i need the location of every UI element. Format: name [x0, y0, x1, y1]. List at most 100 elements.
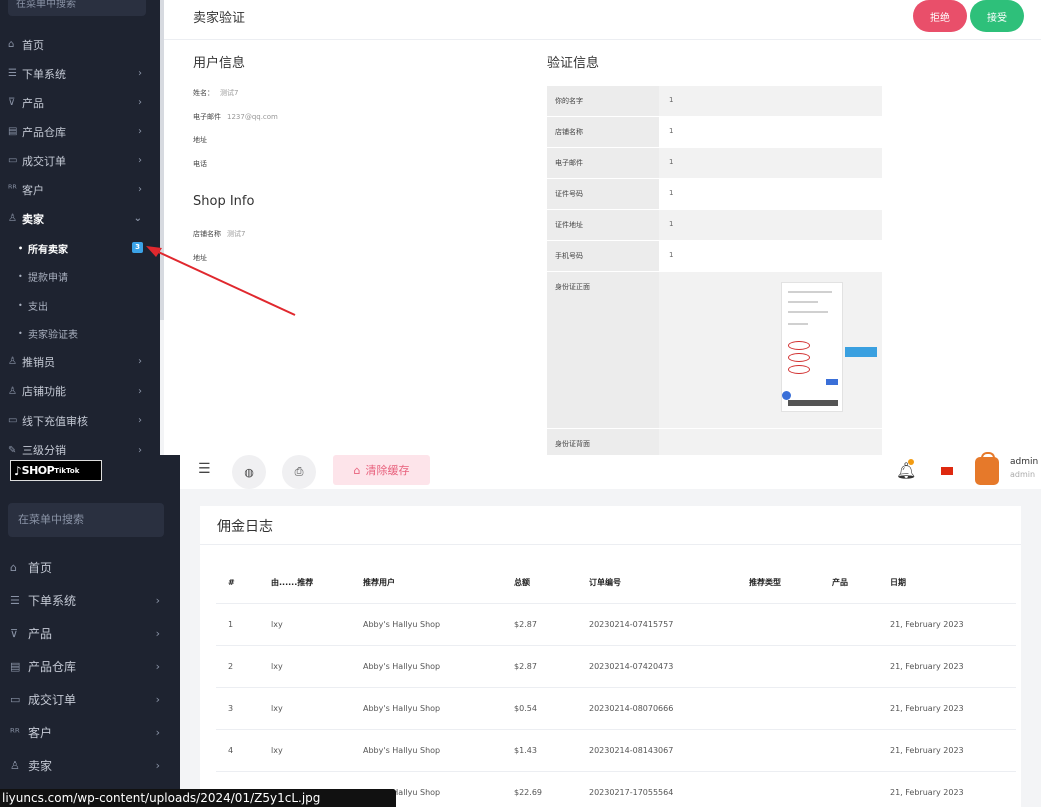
verify-label: 证件号码	[547, 179, 659, 209]
table-cell: $2.87	[514, 620, 537, 629]
chevron-right-icon: ›	[138, 444, 142, 456]
commission-log-card: 佣金日志 # 由......推荐 推荐用户 总额 订单编号 推荐类型 产品 日期 1 lxy Abb…	[200, 506, 1021, 807]
chevron-right-icon: ›	[138, 97, 142, 108]
field-label: 店铺名称	[193, 230, 221, 238]
sidebar-subitem[interactable]: • 提款申请	[0, 263, 160, 291]
list-icon: ☰	[10, 594, 20, 607]
accept-button[interactable]: 接受	[970, 0, 1024, 32]
verify-value: 1	[659, 148, 882, 178]
customers-icon: ᴿᴿ	[8, 184, 17, 195]
sidebar-search-input[interactable]: 在菜单中搜索	[8, 0, 146, 16]
sidebar-subitem[interactable]: • 所有卖家 3	[0, 234, 160, 262]
sidebar-item-label: 三级分销	[22, 444, 66, 455]
status-url: liyuncs.com/wp-content/uploads/2024/01/Z…	[0, 789, 396, 807]
sidebar-item[interactable]: ᴿᴿ 客户 ›	[0, 175, 160, 204]
sidebar-subitem-label: 卖家验证表	[28, 330, 78, 341]
panel-header: 卖家验证 拒绝 接受	[164, 0, 1041, 40]
table-cell: Abby's Hallyu Shop	[363, 746, 441, 755]
column-header: 推荐用户	[363, 578, 395, 587]
sidebar-item[interactable]: ♙ 卖家 ›	[0, 749, 180, 782]
tiktok-note-icon: ♪	[14, 463, 22, 478]
sidebar-item[interactable]: ▭ 线下充值审核 ›	[0, 406, 160, 435]
sidebar-item[interactable]: ☰ 下单系统 ›	[0, 584, 180, 617]
globe-icon[interactable]: ◍	[232, 455, 266, 489]
table-row[interactable]: 2 lxy Abby's Hallyu Shop $2.87 20230214-0742…	[216, 646, 1016, 688]
promoter-icon: ♙	[8, 356, 17, 367]
table-cell: 2	[228, 662, 234, 671]
cart-icon: ⊽	[10, 627, 19, 640]
clear-cache-button[interactable]: ⌂ 清除缓存	[333, 455, 430, 485]
seller-icon: ♙	[10, 759, 20, 772]
reject-button[interactable]: 拒绝	[913, 0, 967, 32]
table-row[interactable]: 4 lxy Abby's Hallyu Shop $1.43 20230214-0814…	[216, 730, 1016, 772]
field-value: 测试7	[220, 89, 239, 97]
table-row[interactable]: 1 lxy Abby's Hallyu Shop $2.87 20230214-0741…	[216, 604, 1016, 646]
field-label: 地址	[193, 136, 207, 144]
sidebar-item[interactable]: ▤ 产品仓库 ›	[0, 117, 160, 146]
sidebar-item[interactable]: ▭ 成交订单 ›	[0, 146, 160, 175]
chevron-right-icon: ›	[138, 68, 142, 79]
sidebar-subitem-label: 所有卖家	[28, 244, 68, 256]
verify-label: 证件地址	[547, 210, 659, 240]
sidebar-search-input[interactable]: 在菜单中搜索	[8, 503, 164, 537]
eraser-icon: ⌂	[353, 463, 361, 477]
id-front-label: 身份证正面	[547, 272, 659, 428]
sidebar-item[interactable]: ⊽ 产品 ›	[0, 88, 160, 117]
sidebar-item[interactable]: ▭ 成交订单 ›	[0, 683, 180, 716]
tier-icon: ✎	[8, 444, 17, 456]
sidebar-item-label: 产品	[22, 96, 44, 110]
sidebar-item-label: 店铺功能	[22, 385, 66, 398]
user-field: 姓名： 测试7	[193, 88, 238, 98]
sidebar-item-label: 卖家	[22, 212, 44, 226]
chevron-right-icon: ›	[138, 126, 142, 137]
avatar[interactable]	[975, 452, 999, 485]
sidebar-item[interactable]: ♙ 推销员 ›	[0, 347, 160, 376]
sidebar-subitem[interactable]: • 支出	[0, 291, 160, 319]
sidebar-item-label: 产品仓库	[28, 660, 77, 674]
sidebar-item[interactable]: ☰ 下单系统 ›	[0, 59, 160, 88]
sidebar-item[interactable]: ✎ 三级分销 ›	[0, 436, 160, 456]
sidebar-item[interactable]: ♙ 店铺功能 ›	[0, 377, 160, 406]
sidebar-subitem[interactable]: • 卖家验证表	[0, 320, 160, 348]
sidebar-item[interactable]: ▤ 产品仓库 ›	[0, 650, 180, 683]
sidebar-item[interactable]: ᴿᴿ 客户 ›	[0, 716, 180, 749]
table-cell: $0.54	[514, 704, 537, 713]
china-flag-icon[interactable]	[941, 467, 953, 475]
tiktok-shop-logo[interactable]: ♪ SHOP TikTok	[10, 460, 102, 481]
table-cell: Abby's Hallyu Shop	[363, 704, 441, 713]
sidebar-item[interactable]: ⊽ 产品 ›	[0, 617, 180, 650]
id-front-image[interactable]	[781, 282, 877, 412]
print-icon[interactable]: ⎙	[282, 455, 316, 489]
highlight-box	[845, 347, 877, 357]
sidebar-subitem-label: 支出	[28, 301, 48, 313]
sidebar-item[interactable]: ⌂ 首页	[0, 30, 160, 59]
verify-row: 电子邮件 1	[547, 148, 882, 179]
orders-icon: ▭	[8, 155, 18, 166]
recharge-icon: ▭	[8, 415, 18, 426]
verify-value: 1	[659, 210, 882, 240]
sidebar-item-label: 卖家	[28, 759, 53, 773]
sidebar-item[interactable]: ⌂ 首页	[0, 551, 180, 584]
field-label: 电子邮件	[193, 113, 221, 121]
table-row[interactable]: 3 lxy Abby's Hallyu Shop $0.54 20230214-0807…	[216, 688, 1016, 730]
admin-name[interactable]: admin	[1010, 457, 1038, 467]
hamburger-menu-icon[interactable]: ☰	[198, 461, 216, 477]
id-back-image[interactable]	[659, 429, 882, 455]
field-value: 测试7	[227, 230, 246, 238]
column-header: 总额	[514, 578, 530, 587]
sidebar-item-label: 产品	[28, 627, 53, 641]
chevron-right-icon: ›	[138, 385, 142, 397]
user-field: 地址	[193, 135, 213, 145]
commission-table: # 由......推荐 推荐用户 总额 订单编号 推荐类型 产品 日期 1 lxy Abby's H…	[216, 562, 1016, 807]
sidebar-item[interactable]: ♙ 卖家 ⌄	[0, 204, 160, 233]
column-header: 由......推荐	[271, 578, 314, 587]
field-label: 姓名：	[193, 89, 214, 97]
table-cell: lxy	[271, 662, 283, 671]
verify-row: 你的名字 1	[547, 86, 882, 117]
home-icon: ⌂	[10, 561, 17, 574]
bullet-icon: •	[18, 329, 23, 338]
verify-value: 1	[669, 251, 674, 259]
verify-value: 1	[659, 86, 882, 116]
sidebar-item-label: 首页	[22, 38, 44, 52]
card-title: 佣金日志	[217, 519, 273, 535]
